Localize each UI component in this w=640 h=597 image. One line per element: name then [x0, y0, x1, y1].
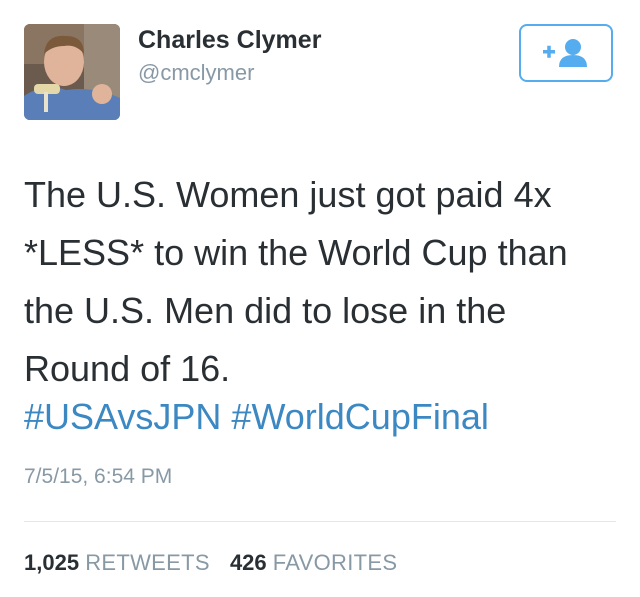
tweet-text-line: *LESS* to win the World Cup than [24, 232, 568, 273]
favorites-label: FAVORITES [272, 550, 398, 575]
hashtags: #USAvsJPN #WorldCupFinal [24, 388, 489, 446]
hashtag-worldcupfinal[interactable]: #WorldCupFinal [231, 396, 488, 437]
favorites-stat[interactable]: 426 FAVORITES [230, 550, 397, 576]
timestamp: 7/5/15, 6:54 PM [24, 465, 173, 488]
follow-button[interactable] [519, 24, 613, 82]
profile-photo [24, 24, 120, 120]
add-user-icon [543, 39, 587, 67]
tweet-text-line: the U.S. Men did to lose in the [24, 290, 507, 331]
retweets-label: RETWEETS [85, 550, 210, 575]
hashtag-usavsjpn[interactable]: #USAvsJPN [24, 396, 221, 437]
retweets-count: 1,025 [24, 550, 80, 575]
avatar[interactable] [24, 24, 120, 120]
display-name[interactable]: Charles Clymer [138, 26, 321, 55]
favorites-count: 426 [229, 550, 267, 575]
divider [24, 521, 616, 522]
tweet-stats: 1,025 RETWEETS 426 FAVORITES [24, 550, 397, 576]
tweet-text-line: The U.S. Women just got paid 4x [24, 174, 552, 215]
username[interactable]: @cmclymer [138, 60, 254, 86]
retweets-stat[interactable]: 1,025 RETWEETS [24, 550, 210, 576]
tweet-text: The U.S. Women just got paid 4x *LESS* t… [24, 166, 620, 398]
